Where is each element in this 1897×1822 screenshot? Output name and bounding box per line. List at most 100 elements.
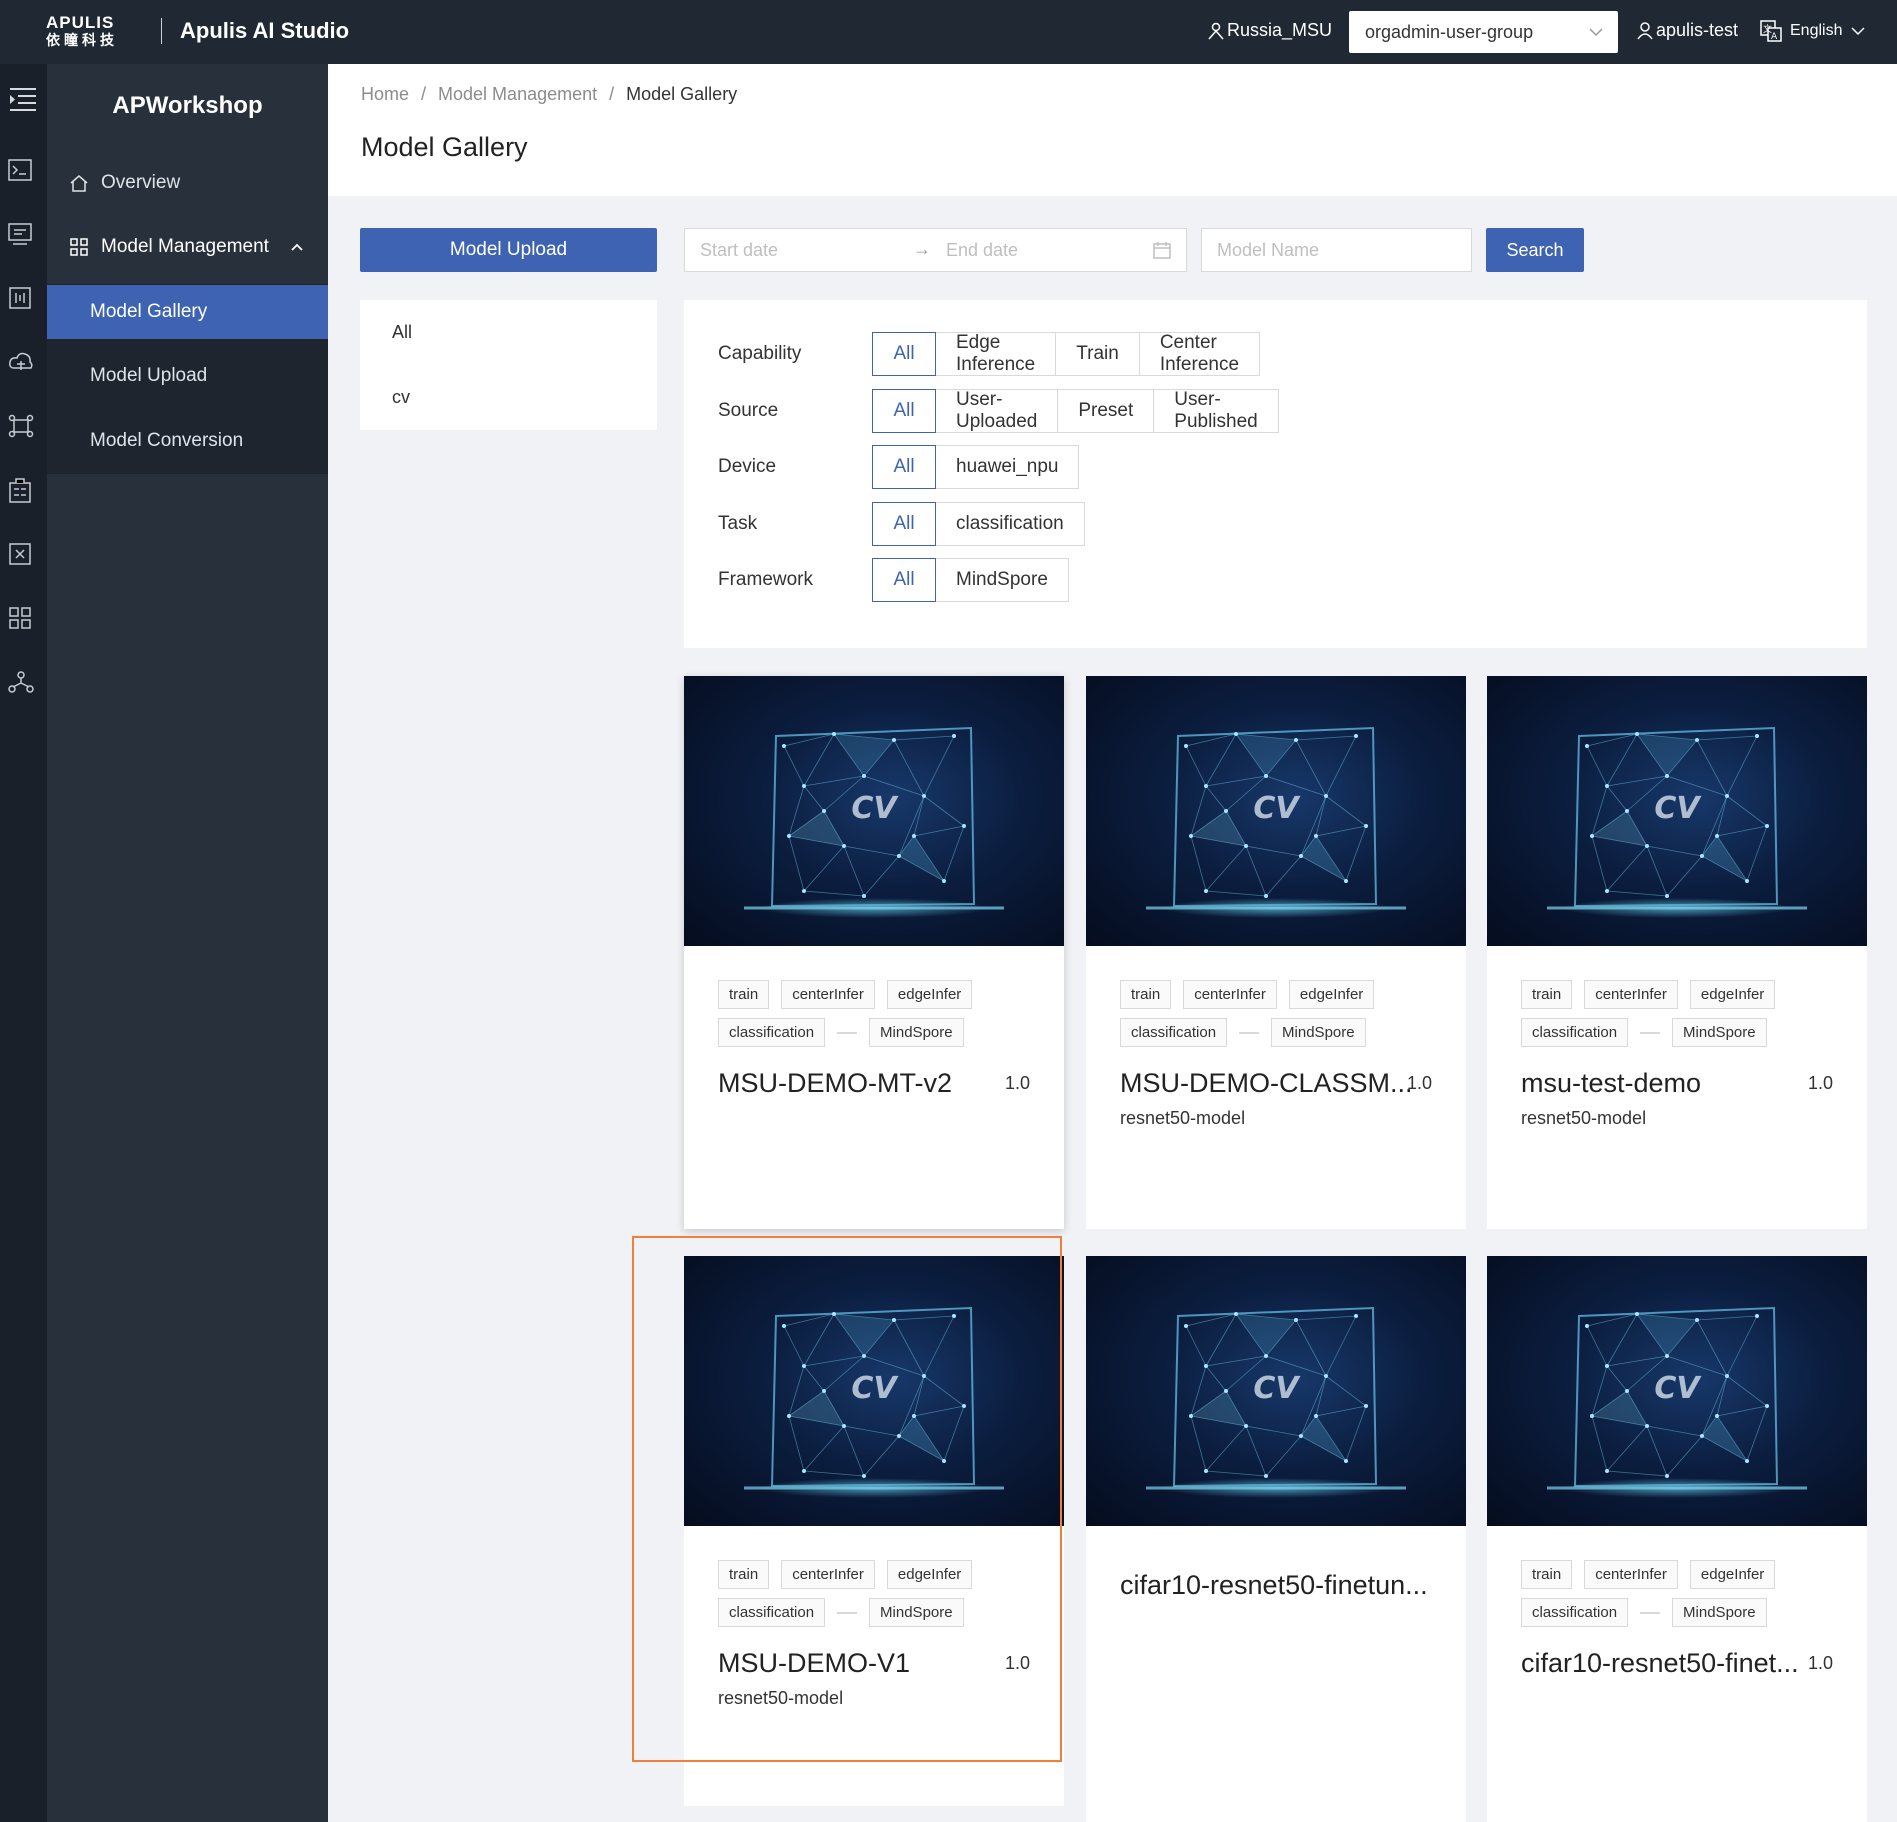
apps-icon[interactable] [8,478,34,504]
filter-label: Source [718,400,779,421]
cloud-icon[interactable] [8,350,34,376]
filter-option-mindspore[interactable]: MindSpore [935,558,1069,602]
model-card[interactable]: CV train centerInfer edgeInfer classificatio… [1487,676,1867,1229]
category-all[interactable]: All [392,322,412,343]
sidebar-item-model-conversion[interactable]: Model Conversion [47,414,328,468]
tag: edgeInfer [1288,980,1375,1009]
model-name[interactable]: msu-test-demo [1521,1068,1701,1099]
model-description: resnet50-model [1120,1108,1246,1128]
thumbnail-label: CV [851,1371,899,1406]
model-version: 1.0 [1807,1073,1833,1093]
model-description: resnet50-model [718,1688,844,1708]
model-version: 1.0 [1406,1073,1432,1093]
user-group-select[interactable]: orgadmin-user-group [1349,11,1618,53]
tag: centerInfer [781,980,875,1009]
end-date-input[interactable]: End date [946,240,1018,261]
filter-label: Device [718,456,777,477]
tag: MindSpore [869,1598,964,1627]
model-card[interactable]: CV train centerInfer edgeInfer classificatio… [684,676,1064,1229]
org-switcher[interactable]: Russia_MSU [1208,20,1332,41]
grid-icon [70,238,88,256]
logo-text: APULIS [46,13,115,32]
sidebar-item-model-gallery[interactable]: Model Gallery [47,285,328,339]
filter-option-classification[interactable]: classification [935,502,1085,546]
tag-separator [837,1611,858,1614]
tag: centerInfer [1584,1560,1678,1589]
model-name[interactable]: cifar10-resnet50-finet... [1521,1648,1799,1679]
breadcrumb-model-management[interactable]: Model Management [438,84,597,105]
page-header: Home / Model Management / Model Gallery … [328,64,1897,196]
tag-separator [1239,1031,1260,1034]
language-switcher[interactable]: 文A English [1760,20,1866,42]
breadcrumb-home[interactable]: Home [361,84,409,105]
tag: train [1521,1560,1573,1589]
model-thumbnail: CV [684,1256,1064,1526]
model-icon[interactable] [8,414,34,440]
user-group-value: orgadmin-user-group [1365,21,1534,42]
filter-option-all[interactable]: All [872,389,936,433]
filter-option-all[interactable]: All [872,445,936,489]
code-icon[interactable] [8,222,34,248]
filter-option-huawei-npu[interactable]: huawei_npu [935,445,1080,489]
company-logo[interactable]: APULIS 依瞳科技 [46,13,150,49]
tag: centerInfer [1183,980,1277,1009]
breadcrumb-current: Model Gallery [626,84,738,104]
layout-icon[interactable] [8,606,34,632]
search-button[interactable]: Search [1486,228,1584,272]
filter-option-center-inference[interactable]: Center Inference [1138,332,1261,376]
app-name: Apulis AI Studio [180,18,350,43]
tag: MindSpore [1672,1598,1767,1627]
filter-label: Capability [718,343,802,364]
sidebar-item-model-upload[interactable]: Model Upload [47,349,328,403]
dataset-icon[interactable] [8,286,34,312]
filter-option-preset[interactable]: Preset [1057,389,1155,433]
model-name[interactable]: MSU-DEMO-V1 [718,1648,910,1679]
model-name-input[interactable] [1201,228,1472,272]
filter-option-edge-inference[interactable]: Edge Inference [935,332,1057,376]
model-name[interactable]: cifar10-resnet50-finetun... [1120,1570,1428,1601]
sidebar-item-overview[interactable]: Overview [47,156,328,210]
chevron-down-icon [1851,27,1866,36]
filter-row-framework: Framework All MindSpore [718,558,1069,602]
chevron-up-icon [291,243,303,251]
date-range-picker[interactable]: Start date → End date [684,228,1187,272]
model-card[interactable]: CV cifar10-resnet50-finetun... [1086,1256,1466,1822]
category-cv[interactable]: cv [392,387,410,408]
model-card[interactable]: CV train centerInfer edgeInfer classificatio… [684,1256,1064,1806]
tag: edgeInfer [886,980,973,1009]
filter-row-source: Source All User-Uploaded Preset User-Pub… [718,389,1279,433]
model-card[interactable]: CV train centerInfer edgeInfer classificatio… [1086,676,1466,1229]
menu-icon[interactable] [8,86,36,112]
start-date-input[interactable]: Start date [700,240,778,261]
thumbnail-label: CV [1654,1371,1702,1406]
model-upload-button[interactable]: Model Upload [360,228,657,272]
tag-separator [1640,1611,1661,1614]
user-menu[interactable]: apulis-test [1637,20,1738,41]
command-icon[interactable] [8,542,34,568]
network-icon[interactable] [8,670,34,696]
filter-option-user-published[interactable]: User-Published [1153,389,1279,433]
model-thumbnail: CV [1487,1256,1867,1526]
model-name[interactable]: MSU-DEMO-CLASSM... [1120,1068,1413,1099]
filter-option-all[interactable]: All [872,332,936,376]
home-icon [70,175,88,192]
tag: train [1521,980,1573,1009]
model-card[interactable]: CV train centerInfer edgeInfer classificatio… [1487,1256,1867,1822]
org-name: Russia_MSU [1227,20,1333,40]
tag-list: train centerInfer edgeInfer classification M… [1521,980,1841,1056]
thumbnail-label: CV [1654,791,1702,826]
calendar-icon [1153,242,1171,259]
filter-label: Framework [718,569,814,590]
model-thumbnail: CV [1487,676,1867,946]
terminal-icon[interactable] [8,158,34,184]
filter-option-all[interactable]: All [872,558,936,602]
logo-divider [161,18,162,44]
tag: classification [1521,1018,1629,1047]
filter-option-all[interactable]: All [872,502,936,546]
model-name[interactable]: MSU-DEMO-MT-v2 [718,1068,952,1099]
filter-option-user-uploaded[interactable]: User-Uploaded [935,389,1059,433]
sidebar-item-model-management[interactable]: Model Management [47,220,328,274]
thumbnail-label: CV [1253,1371,1301,1406]
tag: MindSpore [869,1018,964,1047]
filter-option-train[interactable]: Train [1055,332,1140,376]
